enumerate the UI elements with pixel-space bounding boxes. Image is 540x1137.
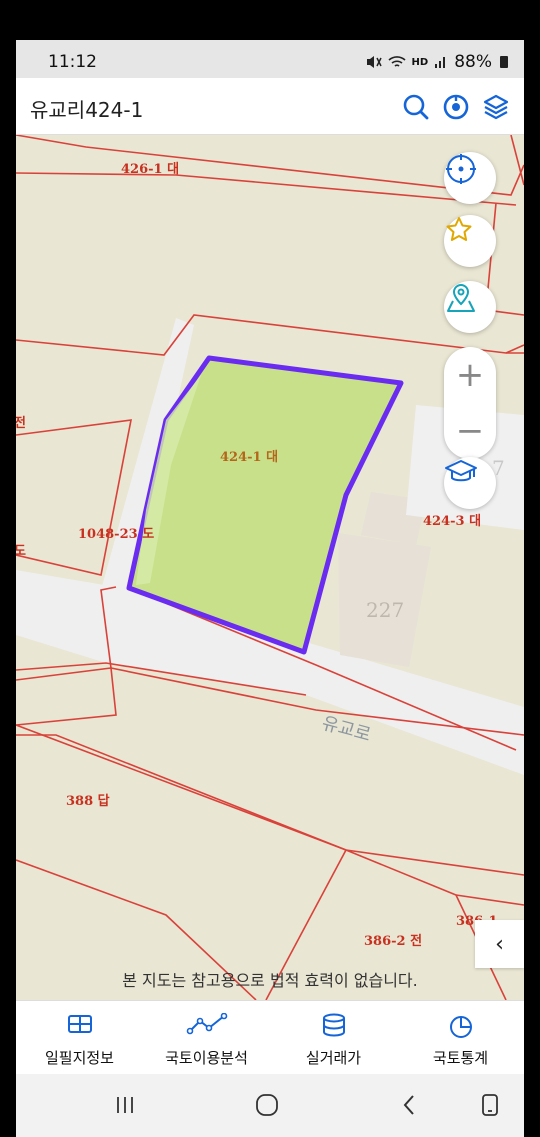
phone-screen: 11:12 HD 88% 유교리424-1 426-1 대 424-1 대 42…	[16, 40, 524, 1137]
status-bar: 11:12 HD 88%	[16, 40, 524, 78]
app-header: 유교리424-1	[16, 78, 524, 135]
map-pin-icon	[447, 283, 475, 312]
nav-real-transaction-price[interactable]: 실거래가	[270, 1001, 397, 1075]
building-number-227: 227	[366, 598, 404, 622]
status-icons: HD 88%	[366, 52, 508, 72]
label-424-1: 424-1 대	[220, 450, 278, 465]
star-icon	[446, 217, 472, 241]
status-time: 11:12	[48, 52, 97, 72]
parcel-grid-icon	[67, 1015, 92, 1033]
battery-percent: 88%	[454, 52, 492, 72]
education-button[interactable]	[444, 457, 496, 509]
nav-land-use-analysis[interactable]: 국토이용분석	[143, 1001, 270, 1075]
nav-real-transaction-price-label: 실거래가	[305, 1049, 362, 1067]
cadastral-map[interactable]: 426-1 대 424-1 대 424-3 대 1048-23 도 전 도 38…	[16, 135, 524, 1000]
recent-apps-button[interactable]	[105, 1088, 145, 1122]
label-424-3: 424-3 대	[423, 514, 481, 529]
label-1048-23: 1048-23 도	[78, 527, 154, 542]
mute-icon	[366, 56, 382, 68]
rotate-screen-button[interactable]	[470, 1088, 510, 1122]
zoom-controls: + −	[444, 347, 496, 459]
home-button[interactable]	[247, 1088, 287, 1122]
layers-icon[interactable]	[482, 93, 510, 121]
label-426-1: 426-1 대	[121, 162, 179, 177]
nav-parcel-info-label: 일필지정보	[44, 1049, 114, 1067]
back-icon	[403, 1095, 414, 1115]
phone-rotate-icon	[482, 1094, 498, 1116]
label-388: 388 답	[66, 794, 110, 809]
battery-icon	[500, 56, 508, 68]
zoom-out-button[interactable]: −	[444, 403, 496, 459]
map-pin-button[interactable]	[444, 281, 496, 333]
crosshair-icon	[446, 154, 476, 184]
label-left-partial: 전	[16, 415, 26, 431]
recent-apps-icon	[117, 1097, 133, 1113]
system-navigation	[16, 1074, 524, 1137]
pie-chart-icon	[449, 1016, 472, 1038]
map-disclaimer: 본 지도는 참고용으로 법적 효력이 없습니다.	[122, 971, 418, 990]
graduation-cap-icon	[445, 460, 477, 482]
wifi-icon	[387, 56, 406, 67]
zoom-in-button[interactable]: +	[444, 347, 496, 403]
bottom-navigation: 일필지정보 국토이용분석 실거래가 국토통계	[16, 1000, 524, 1075]
label-left-partial-2: 도	[16, 544, 26, 559]
database-icon	[322, 1013, 345, 1037]
nav-land-use-analysis-label: 국토이용분석	[165, 1049, 248, 1067]
favorites-button[interactable]	[444, 215, 496, 267]
signal-icon	[435, 57, 446, 68]
nav-parcel-info[interactable]: 일필지정보	[16, 1001, 143, 1075]
home-icon	[256, 1094, 278, 1116]
nav-land-statistics-label: 국토통계	[432, 1049, 489, 1067]
page-title: 유교리424-1	[30, 98, 144, 122]
hd-badge: HD	[411, 56, 429, 68]
line-chart-icon	[186, 1013, 227, 1035]
nav-land-statistics[interactable]: 국토통계	[397, 1001, 524, 1075]
location-view-icon[interactable]	[442, 93, 470, 121]
current-location-button[interactable]	[444, 152, 496, 204]
search-icon[interactable]	[402, 93, 430, 121]
back-button[interactable]	[389, 1088, 429, 1122]
collapse-panel-button[interactable]: ‹	[475, 920, 524, 968]
label-386-2: 386-2 전	[364, 933, 422, 949]
map-canvas: 426-1 대 424-1 대 424-3 대 1048-23 도 전 도 38…	[16, 135, 524, 1000]
